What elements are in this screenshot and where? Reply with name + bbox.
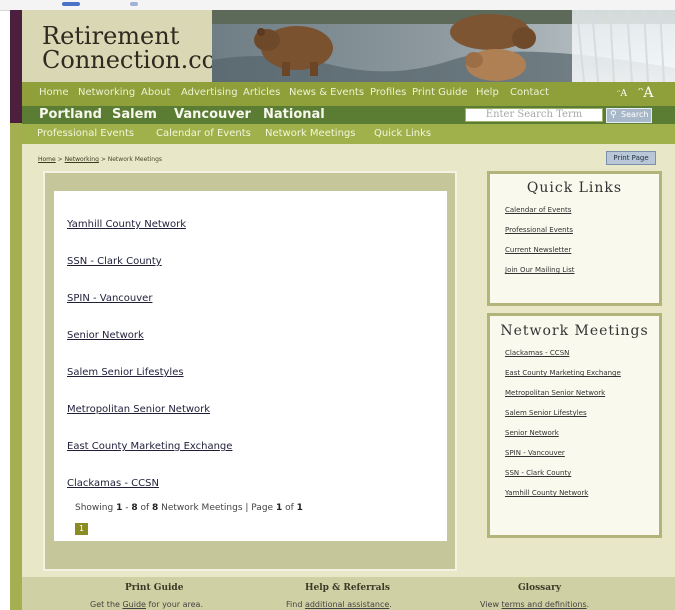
breadcrumb-current: Network Meetings [107,156,163,163]
network-link-yamhill[interactable]: Yamhill County Network [67,219,186,230]
meeting-link-spin-vancouver[interactable]: SPIN - Vancouver [505,449,565,457]
breadcrumb-home[interactable]: Home [38,156,56,163]
search-button[interactable]: ⚲ Search [606,108,652,123]
meeting-link-east-county[interactable]: East County Marketing Exchange [505,369,621,377]
nav-help[interactable]: Help [476,87,499,98]
footer-assistance-link[interactable]: additional assistance [305,600,389,609]
strip-marker [130,2,138,6]
left-accent-bar [10,10,22,610]
subnav-network-meetings[interactable]: Network Meetings [265,128,355,139]
quick-links-title: Quick Links [526,180,623,196]
network-list-panel: Yamhill County Network SSN - Clark Count… [43,171,457,571]
page-wrapper: Retirement Connection.com Home Networkin… [22,10,675,610]
font-decrease-button[interactable]: ᵔA [617,89,627,99]
network-link-clackamas[interactable]: Clackamas - CCSN [67,478,159,489]
nav-networking[interactable]: Networking [78,87,135,98]
quick-link-mailing-list[interactable]: Join Our Mailing List [505,266,575,274]
footer-text: Find [286,600,305,609]
city-vancouver[interactable]: Vancouver [174,107,251,122]
logo-line-2: Connection.com [42,46,239,74]
network-meetings-box: Network Meetings Clackamas - CCSN East C… [487,313,662,538]
subnav-quick-links[interactable]: Quick Links [374,128,431,139]
meeting-link-ssn-clark[interactable]: SSN - Clark County [505,469,571,477]
bear-waterfall-image [212,10,675,82]
sub-nav: Professional Events Calendar of Events N… [22,124,675,144]
network-link-salem-senior[interactable]: Salem Senior Lifestyles [67,367,184,378]
breadcrumb-separator: > [55,156,65,163]
summary-label: Network Meetings | Page [158,503,276,513]
summary-dash: - [122,503,132,513]
network-link-senior-network[interactable]: Senior Network [67,330,144,341]
network-link-ssn-clark[interactable]: SSN - Clark County [67,256,162,267]
footer-glossary-title: Glossary [518,583,562,593]
breadcrumb: Home > Networking > Network Meetings [38,156,162,163]
city-national[interactable]: National [263,107,325,122]
site-logo[interactable]: Retirement Connection.com [42,24,239,72]
network-link-east-county[interactable]: East County Marketing Exchange [67,441,232,452]
quick-link-professional-events[interactable]: Professional Events [505,226,573,234]
footer-text: . [586,600,590,609]
footer-text: for your area. [145,600,203,609]
nav-profiles[interactable]: Profiles [370,87,406,98]
footer-text: Get the [90,600,123,609]
footer-glossary-text: View terms and definitions. [480,600,589,609]
left-accent-bar-lower [10,123,22,610]
search-input[interactable]: Enter Search Term [465,108,603,122]
meeting-link-salem-senior[interactable]: Salem Senior Lifestyles [505,409,587,417]
nav-news-events[interactable]: News & Events [289,87,364,98]
nav-home[interactable]: Home [39,87,69,98]
breadcrumb-separator: > [98,156,108,163]
city-salem[interactable]: Salem [112,107,157,122]
font-increase-button[interactable]: ᵔA [638,85,654,101]
network-meetings-title: Network Meetings [500,323,649,339]
site-header: Retirement Connection.com [22,10,675,82]
search-button-label: Search [621,110,649,119]
summary-page-of: of [282,503,297,513]
quick-links-box: Quick Links Calendar of Events Professio… [487,171,662,306]
main-nav: Home Networking About Advertising Articl… [22,82,675,106]
nav-about[interactable]: About [141,87,171,98]
subnav-calendar-of-events[interactable]: Calendar of Events [156,128,251,139]
network-list: Yamhill County Network SSN - Clark Count… [54,191,447,541]
footer-help-text: Find additional assistance. [286,600,392,609]
strip-marker [62,2,80,6]
footer-print-guide-title: Print Guide [125,583,184,593]
header-bear-photo [212,10,675,82]
quick-link-calendar[interactable]: Calendar of Events [505,206,571,214]
summary-of: of [137,503,152,513]
city-portland[interactable]: Portland [39,107,102,122]
footer-text: View [480,600,502,609]
network-link-spin-vancouver[interactable]: SPIN - Vancouver [67,293,152,304]
footer-help-title: Help & Referrals [305,583,390,593]
logo-line-1: Retirement [42,22,180,50]
footer-glossary-link[interactable]: terms and definitions [502,600,587,609]
meeting-link-yamhill[interactable]: Yamhill County Network [505,489,588,497]
summary-prefix: Showing [75,503,117,513]
nav-contact[interactable]: Contact [510,87,549,98]
meeting-link-senior-network[interactable]: Senior Network [505,429,559,437]
footer-text: . [389,600,392,609]
nav-print-guide[interactable]: Print Guide [412,87,468,98]
site-footer: Print Guide Get the Guide for your area.… [22,577,675,610]
footer-print-guide-text: Get the Guide for your area. [90,600,203,609]
nav-articles[interactable]: Articles [243,87,280,98]
meeting-link-clackamas[interactable]: Clackamas - CCSN [505,349,569,357]
quick-link-newsletter[interactable]: Current Newsletter [505,246,571,254]
nav-advertising[interactable]: Advertising [181,87,238,98]
print-page-button[interactable]: Print Page [606,151,656,165]
page-1-button[interactable]: 1 [75,523,88,535]
summary-pages: 1 [296,503,303,513]
network-link-metropolitan[interactable]: Metropolitan Senior Network [67,404,210,415]
breadcrumb-networking[interactable]: Networking [65,156,99,163]
footer-guide-link[interactable]: Guide [122,600,146,609]
meeting-link-metropolitan[interactable]: Metropolitan Senior Network [505,389,605,397]
search-icon: ⚲ [610,110,617,120]
pagination-summary: Showing 1 - 8 of 8 Network Meetings | Pa… [75,503,303,513]
subnav-professional-events[interactable]: Professional Events [37,128,134,139]
city-bar: Portland Salem Vancouver National Enter … [22,106,675,124]
